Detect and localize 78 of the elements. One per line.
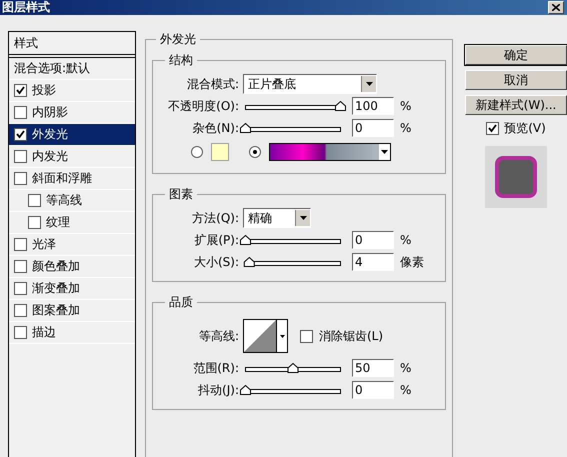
slider-thumb[interactable]	[288, 363, 298, 373]
caret-icon	[366, 82, 372, 86]
field-label: 范围(R):	[192, 360, 240, 376]
slider-thumb[interactable]	[240, 235, 251, 245]
unit-label: 像素	[400, 254, 424, 270]
slider-thumb[interactable]	[244, 257, 255, 267]
dialog-button[interactable]: 取消	[465, 70, 567, 90]
unit-label: %	[400, 233, 412, 247]
field-label: 不透明度(O):	[167, 98, 240, 114]
group-title: 品质	[168, 294, 194, 311]
caret-icon	[280, 334, 284, 338]
style-item[interactable]: 渐变叠加	[9, 278, 135, 300]
style-item[interactable]: 纹理	[9, 212, 135, 234]
field-label: 大小(S):	[192, 254, 240, 270]
field-label: 混合模式:	[186, 76, 240, 92]
checkbox[interactable]	[14, 260, 27, 273]
slider-thumb[interactable]	[240, 123, 251, 133]
checkbox[interactable]	[14, 172, 27, 185]
caret-icon	[381, 150, 388, 154]
checkbox-label: 消除锯齿(L)	[319, 328, 384, 344]
unit-label: %	[400, 121, 412, 135]
caret-icon	[300, 216, 306, 220]
style-item[interactable]: 颜色叠加	[9, 256, 135, 278]
style-item[interactable]: 投影	[9, 80, 135, 102]
style-item[interactable]: 图案叠加	[9, 300, 135, 322]
value-field[interactable]: 4	[352, 253, 394, 271]
group-title: 外发光	[159, 31, 197, 48]
dialog-button[interactable]: 新建样式(W)...	[465, 95, 567, 115]
checkbox[interactable]	[14, 128, 27, 141]
close-button[interactable]	[548, 1, 564, 14]
checkbox[interactable]	[28, 216, 41, 229]
checkbox[interactable]	[14, 238, 27, 251]
field-label: 方法(Q):	[191, 210, 240, 226]
unit-label: %	[400, 361, 412, 375]
checkbox[interactable]	[14, 84, 27, 97]
style-item[interactable]: 等高线	[9, 190, 135, 212]
styles-header: 样式	[9, 32, 135, 58]
radio-button[interactable]	[191, 146, 203, 158]
color-swatch[interactable]	[211, 143, 229, 161]
preview-square-icon	[494, 155, 538, 199]
window-title: 图层样式	[2, 0, 50, 16]
checkbox[interactable]	[14, 106, 27, 119]
value-field[interactable]: 50	[352, 359, 394, 377]
checkbox[interactable]	[300, 330, 313, 342]
style-item[interactable]: 斜面和浮雕	[9, 168, 135, 190]
style-item[interactable]: 外发光	[9, 124, 135, 146]
value-field[interactable]: 0	[352, 231, 394, 249]
contour-picker[interactable]	[243, 319, 288, 353]
style-item[interactable]: 内发光	[9, 146, 135, 168]
checkbox[interactable]	[28, 194, 41, 207]
checkbox-label: 预览(V)	[504, 120, 546, 137]
close-icon	[552, 4, 560, 11]
checkbox[interactable]	[14, 326, 27, 339]
style-item[interactable]: 混合选项:默认	[9, 58, 135, 80]
checkbox[interactable]	[14, 304, 27, 317]
group-title: 结构	[168, 52, 194, 69]
value-field[interactable]: 0	[352, 381, 394, 399]
checkbox[interactable]	[14, 282, 27, 295]
value-field[interactable]: 100	[352, 97, 394, 115]
gradient-picker[interactable]	[269, 143, 391, 161]
field-label: 扩展(P):	[193, 232, 240, 248]
field-label: 等高线:	[198, 328, 240, 344]
style-item[interactable]: 光泽	[9, 234, 135, 256]
blend-mode-dropdown[interactable]: 正片叠底	[243, 74, 377, 94]
unit-label: %	[400, 99, 412, 113]
slider-thumb[interactable]	[335, 101, 346, 111]
field-label: 抖动(J):	[197, 382, 240, 398]
style-item[interactable]: 描边	[9, 322, 135, 344]
group-title: 图素	[168, 186, 194, 203]
radio-button[interactable]	[249, 146, 261, 158]
method-dropdown[interactable]: 精确	[243, 208, 311, 228]
value-field[interactable]: 0	[352, 119, 394, 137]
checkbox[interactable]	[14, 150, 27, 163]
unit-label: %	[400, 383, 412, 397]
field-label: 杂色(N):	[192, 120, 240, 136]
checkbox[interactable]	[486, 122, 500, 135]
dialog-button[interactable]: 确定	[465, 45, 567, 65]
slider-thumb[interactable]	[240, 385, 251, 395]
